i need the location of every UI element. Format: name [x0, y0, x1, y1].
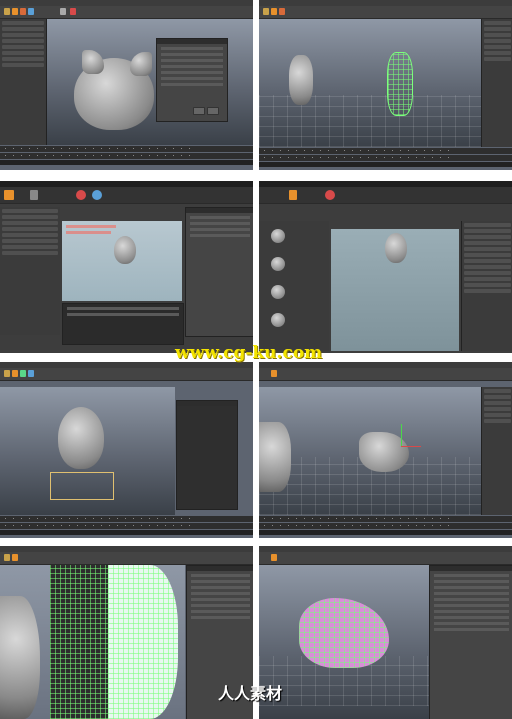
screenshot-panel-8: [259, 546, 512, 719]
twisted-cylinder-wire[interactable]: [387, 52, 413, 116]
scale-icon[interactable]: [28, 370, 34, 377]
range-slider[interactable]: [0, 153, 253, 159]
human-head-model[interactable]: [58, 407, 104, 469]
scale-icon[interactable]: [28, 8, 34, 15]
time-slider[interactable]: [0, 146, 253, 152]
tool-shelf[interactable]: [259, 368, 512, 381]
status-bar: [0, 160, 253, 165]
select-icon[interactable]: [4, 554, 10, 561]
attribute-editor[interactable]: [481, 19, 512, 147]
range-slider[interactable]: [0, 523, 253, 529]
move-icon[interactable]: [271, 8, 277, 15]
editor-window[interactable]: [185, 207, 253, 337]
tool-shelf[interactable]: [0, 6, 253, 19]
tool-shelf[interactable]: [0, 368, 253, 381]
script-error-line: [66, 225, 116, 228]
outliner-window[interactable]: [176, 400, 238, 510]
ear-model[interactable]: [0, 596, 40, 719]
move-icon[interactable]: [271, 554, 277, 561]
time-slider[interactable]: [0, 516, 253, 522]
uv-wireframe-dark[interactable]: [50, 565, 108, 719]
channel-box[interactable]: [0, 19, 47, 145]
dialog-button[interactable]: [207, 107, 219, 115]
ground-grid: [259, 95, 481, 147]
human-head-model[interactable]: [385, 233, 407, 263]
output-pane[interactable]: [62, 303, 184, 345]
render-icon[interactable]: [325, 190, 335, 200]
move-icon[interactable]: [12, 554, 18, 561]
tool-shelf[interactable]: [259, 187, 512, 204]
status-bar: [0, 530, 253, 535]
move-icon[interactable]: [289, 190, 297, 200]
screenshot-panel-7: [0, 546, 253, 719]
render-icon[interactable]: [70, 8, 76, 15]
tool-shelf[interactable]: [259, 6, 512, 19]
material-swatch[interactable]: [271, 229, 285, 243]
twisted-cylinder-left[interactable]: [289, 55, 313, 105]
neck-control-box[interactable]: [50, 472, 114, 500]
range-slider[interactable]: [259, 523, 512, 529]
render-icon[interactable]: [76, 190, 86, 200]
uv-wireframe-white[interactable]: [108, 565, 178, 719]
select-icon[interactable]: [4, 370, 10, 377]
shader-list[interactable]: [0, 207, 60, 335]
select-icon[interactable]: [4, 8, 10, 15]
tool-shelf[interactable]: [0, 187, 253, 204]
range-slider[interactable]: [259, 155, 512, 161]
screenshot-panel-6: [259, 362, 512, 538]
tube-model-left[interactable]: [259, 422, 291, 492]
options-dialog[interactable]: [156, 38, 228, 122]
move-icon[interactable]: [30, 190, 38, 200]
dialog-button[interactable]: [193, 107, 205, 115]
script-error-line: [66, 231, 111, 234]
material-swatches[interactable]: [259, 221, 329, 351]
attribute-editor[interactable]: [481, 387, 512, 515]
sphere-icon[interactable]: [60, 8, 66, 15]
sphere-icon[interactable]: [92, 190, 102, 200]
material-swatch[interactable]: [271, 257, 285, 271]
tool-shelf[interactable]: [0, 552, 253, 565]
tool-shelf[interactable]: [259, 552, 512, 565]
time-slider[interactable]: [259, 516, 512, 522]
status-bar: [259, 530, 512, 535]
human-head-model[interactable]: [114, 236, 136, 264]
screenshot-panel-1: [0, 0, 253, 170]
screenshot-panel-4: [259, 181, 512, 353]
move-gizmo-x[interactable]: [401, 446, 421, 447]
screenshot-panel-5: [0, 362, 253, 538]
status-bar: [259, 162, 512, 167]
rotate-icon[interactable]: [20, 8, 26, 15]
material-swatch[interactable]: [271, 285, 285, 299]
rotate-icon[interactable]: [20, 370, 26, 377]
attribute-editor[interactable]: [429, 565, 512, 719]
material-swatch[interactable]: [271, 313, 285, 327]
move-icon[interactable]: [12, 370, 18, 377]
move-gizmo-y[interactable]: [401, 424, 402, 446]
move-icon[interactable]: [271, 370, 277, 377]
rotate-icon[interactable]: [279, 8, 285, 15]
screenshot-panel-3: [0, 181, 253, 353]
screenshot-panel-2: [259, 0, 512, 170]
select-icon[interactable]: [4, 190, 14, 200]
watermark-url: www.cg-ku.com: [175, 343, 323, 363]
time-slider[interactable]: [259, 148, 512, 154]
move-icon[interactable]: [12, 8, 18, 15]
attribute-table[interactable]: [461, 221, 512, 351]
watermark-logo: 人人素材: [218, 684, 283, 703]
select-icon[interactable]: [263, 8, 269, 15]
